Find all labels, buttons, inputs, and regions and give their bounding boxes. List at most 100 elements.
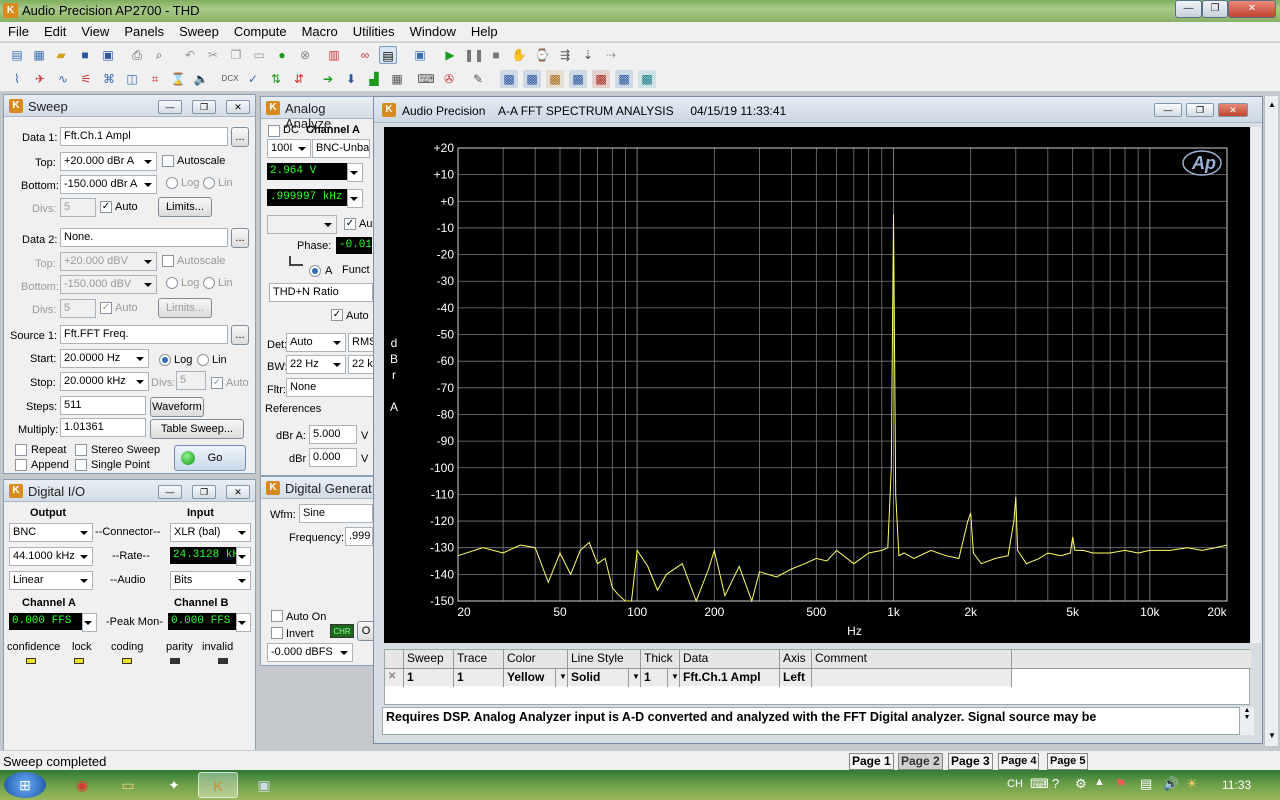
header-sweep[interactable]: Sweep: [404, 650, 454, 668]
bandwidth-high-combo[interactable]: 22 k: [348, 355, 374, 374]
help-tray-icon[interactable]: ?: [1052, 776, 1059, 791]
header-comment[interactable]: Comment: [812, 650, 1012, 668]
cell-data[interactable]: Fft.Ch.1 Ampl: [680, 669, 780, 687]
auto-on-checkbox[interactable]: [271, 610, 283, 622]
row-delete-icon[interactable]: ✕: [385, 669, 404, 687]
log2-radio[interactable]: [166, 277, 178, 289]
notes-scrollbar[interactable]: ▲ ▼: [1240, 707, 1254, 735]
single-point-checkbox[interactable]: [75, 459, 87, 471]
tool-icon[interactable]: ✇: [440, 70, 458, 88]
page-5-tab[interactable]: Page 5: [1047, 753, 1089, 770]
input-connector-combo[interactable]: XLR (bal): [170, 523, 251, 542]
dbr-field[interactable]: 0.000: [309, 448, 357, 467]
page-2-tab[interactable]: Page 2: [898, 753, 943, 770]
workspace-scrollbar[interactable]: ▲ ▼: [1264, 96, 1278, 746]
digital-io-titlebar[interactable]: K Digital I/O — ❐ ✕: [4, 480, 255, 502]
frequency-unit-dropdown[interactable]: [347, 189, 363, 208]
filter-icon[interactable]: ⇵: [290, 70, 308, 88]
test-notes[interactable]: Requires DSP. Analog Analyzer input is A…: [382, 707, 1240, 735]
language-indicator[interactable]: CH: [1007, 778, 1023, 790]
copy-icon[interactable]: ❐: [227, 46, 245, 64]
sweep-titlebar[interactable]: K Sweep — ❐ ✕: [4, 95, 255, 117]
page-4-tab[interactable]: Page 4: [998, 753, 1040, 770]
maximize-button[interactable]: ❐: [1202, 0, 1228, 18]
chrome-icon[interactable]: ◉: [62, 772, 102, 798]
digital-gen-icon[interactable]: ⌘: [100, 70, 118, 88]
explorer-icon[interactable]: ▭: [108, 772, 148, 798]
cell-line-style[interactable]: Solid: [568, 669, 629, 687]
tray-expand-icon[interactable]: ▲: [1094, 776, 1105, 788]
color-dropdown-icon[interactable]: ▼: [556, 669, 568, 687]
chr-button[interactable]: CHR: [330, 624, 354, 638]
layout1-icon[interactable]: ▩: [500, 70, 518, 88]
undo-icon[interactable]: ↶: [181, 46, 199, 64]
panel-restore-button[interactable]: ❐: [192, 485, 216, 499]
keyboard-icon[interactable]: ⌨: [417, 70, 435, 88]
log3-radio[interactable]: [159, 354, 171, 366]
data1-browse-button[interactable]: ...: [231, 127, 249, 147]
layout4-icon[interactable]: ▩: [569, 70, 587, 88]
header-axis[interactable]: Axis: [780, 650, 812, 668]
coupling-combo[interactable]: [267, 215, 337, 234]
stop-combo[interactable]: 20.0000 kHz: [60, 372, 149, 391]
repeat-checkbox[interactable]: [15, 444, 27, 456]
output-rate-combo[interactable]: 44.1000 kHz: [9, 547, 93, 566]
pause-icon[interactable]: ❚❚: [464, 46, 484, 64]
panel-close-button[interactable]: ✕: [226, 100, 250, 114]
page-1-tab[interactable]: Page 1: [849, 753, 894, 770]
divs3-field[interactable]: 5: [176, 371, 206, 390]
switcher-icon[interactable]: ⇅: [267, 70, 285, 88]
layout5-icon[interactable]: ▩: [592, 70, 610, 88]
layout7-icon[interactable]: ▩: [638, 70, 656, 88]
network-tray-icon[interactable]: ⚑: [1115, 776, 1127, 792]
auto3-checkbox[interactable]: ✓: [211, 377, 223, 389]
check-icon[interactable]: ✓: [244, 70, 262, 88]
header-color[interactable]: Color: [504, 650, 568, 668]
dsp-icon[interactable]: ⌗: [146, 70, 164, 88]
watch-icon[interactable]: ⌚: [533, 46, 551, 64]
settings-icon[interactable]: ▣: [411, 46, 429, 64]
auto-range-checkbox[interactable]: ✓: [344, 218, 356, 230]
scroll-up-icon[interactable]: ▲: [1268, 100, 1276, 109]
panel-minimize-button[interactable]: —: [158, 100, 182, 114]
cell-comment[interactable]: [812, 669, 1012, 687]
header-line-style[interactable]: Line Style: [568, 650, 641, 668]
save-icon[interactable]: ■: [76, 46, 94, 64]
multiply-field[interactable]: 1.01361: [60, 418, 146, 437]
limits2-button[interactable]: Limits...: [158, 298, 212, 318]
new-test-icon[interactable]: ▦: [30, 46, 48, 64]
autoscale-checkbox[interactable]: [162, 155, 174, 167]
close-button[interactable]: ✕: [1228, 0, 1276, 18]
stereo-sweep-checkbox[interactable]: [75, 444, 87, 456]
minimize-button[interactable]: —: [1175, 0, 1202, 18]
spectrum-chart[interactable]: +20 +10 +0 -10 -20 -30 -40 -50 -60 -70 -80 -90 -100 -…: [384, 127, 1250, 643]
page-3-tab[interactable]: Page 3: [948, 753, 993, 770]
toggle-icon[interactable]: ▤: [379, 46, 397, 64]
frequency-field[interactable]: .999: [345, 527, 373, 546]
auto-checkbox[interactable]: ✓: [100, 201, 112, 213]
import-icon[interactable]: ⬇: [342, 70, 360, 88]
analog-analyzer-icon[interactable]: ⚟: [77, 70, 95, 88]
line-style-dropdown-icon[interactable]: ▼: [629, 669, 641, 687]
bottom2-combo[interactable]: -150.000 dBV: [60, 275, 157, 294]
layout6-icon[interactable]: ▩: [615, 70, 633, 88]
source-browse-button[interactable]: ...: [231, 325, 249, 345]
header-trace[interactable]: Trace: [454, 650, 504, 668]
plot-area[interactable]: +20 +10 +0 -10 -20 -30 -40 -50 -60 -70 -80 -90 -100 -…: [384, 127, 1250, 643]
level-combo[interactable]: -0.000 dBFS: [267, 643, 353, 662]
new-icon[interactable]: ▤: [8, 46, 26, 64]
analog-gen-icon[interactable]: ∿: [54, 70, 72, 88]
cell-sweep[interactable]: 1: [404, 669, 454, 687]
channel-a-dropdown[interactable]: [82, 613, 97, 632]
lin3-radio[interactable]: [197, 354, 209, 366]
menu-help[interactable]: Help: [463, 22, 505, 39]
panel-minimize-button[interactable]: —: [158, 485, 182, 499]
table-icon[interactable]: ▦: [388, 70, 406, 88]
thick-dropdown-icon[interactable]: ▼: [668, 669, 680, 687]
go-button[interactable]: Go: [174, 445, 246, 471]
stop-icon[interactable]: ⊗: [296, 46, 314, 64]
save-as-icon[interactable]: ▣: [99, 46, 117, 64]
graph-restore-button[interactable]: ❐: [1186, 103, 1214, 117]
cell-axis[interactable]: Left: [780, 669, 812, 687]
menu-view[interactable]: View: [73, 22, 116, 39]
